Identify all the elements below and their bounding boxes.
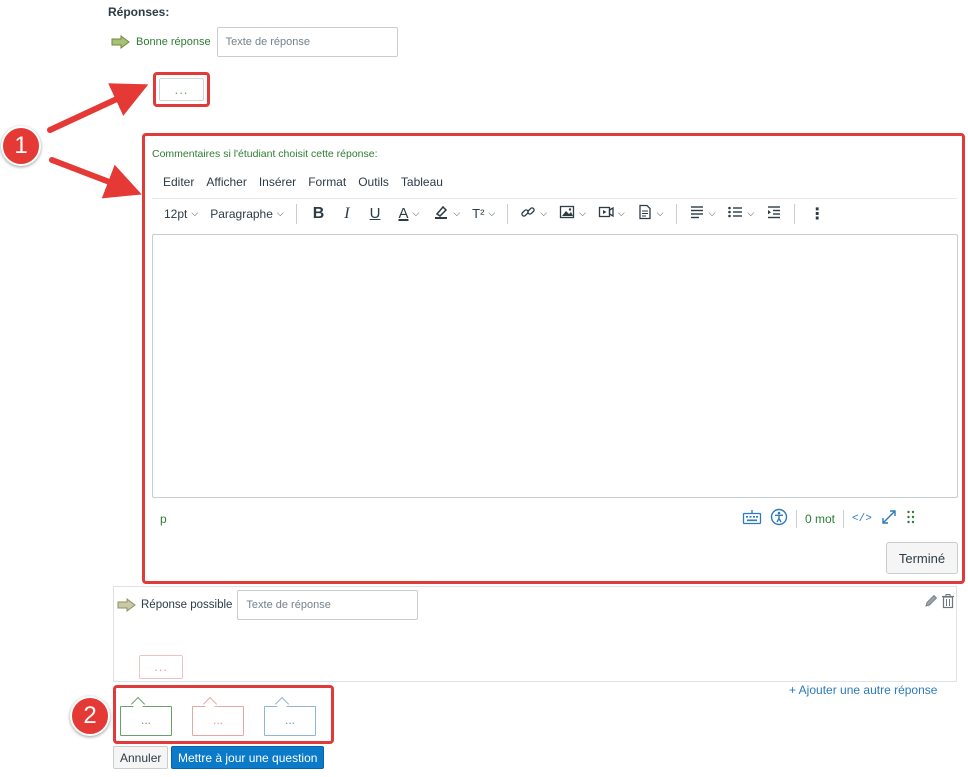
possible-answer-label: Réponse possible bbox=[141, 599, 233, 611]
text-color-icon: A bbox=[398, 205, 409, 222]
chevron-down-icon: ⌵ bbox=[708, 208, 716, 218]
status-divider bbox=[796, 509, 797, 528]
document-icon bbox=[637, 204, 653, 223]
superscript-button[interactable]: T² ⌵ bbox=[466, 202, 501, 226]
correct-answer-label: Bonne réponse bbox=[136, 36, 211, 48]
correct-answer-comment-button[interactable]: ... bbox=[159, 78, 204, 101]
editor-toolbar: 12pt ⌵ Paragraphe ⌵ B I U A ⌵ ⌵ T² ⌵ ⌵ ⌵ bbox=[152, 198, 957, 228]
menu-view[interactable]: Afficher bbox=[200, 170, 252, 194]
status-divider bbox=[843, 509, 845, 528]
indent-icon bbox=[766, 204, 782, 223]
chevron-down-icon: ⌵ bbox=[191, 208, 199, 218]
block-format-value: Paragraphe bbox=[210, 206, 273, 221]
italic-button[interactable]: I bbox=[334, 202, 359, 226]
done-button[interactable]: Terminé bbox=[886, 542, 958, 574]
feedback-correct-label: ... bbox=[120, 706, 172, 736]
fullscreen-icon[interactable] bbox=[880, 508, 898, 529]
toolbar-divider bbox=[675, 203, 677, 224]
keyboard-icon[interactable] bbox=[742, 509, 762, 528]
font-size-select[interactable]: 12pt ⌵ bbox=[152, 202, 204, 226]
align-button[interactable]: ⌵ bbox=[683, 202, 722, 226]
link-button[interactable]: ⌵ bbox=[514, 202, 553, 226]
cancel-button[interactable]: Annuler bbox=[113, 746, 169, 769]
correct-answer-arrow-icon bbox=[111, 35, 130, 49]
text-color-button[interactable]: A ⌵ bbox=[390, 202, 427, 226]
word-count[interactable]: 0 mot bbox=[805, 512, 835, 526]
editor-statusbar: 0 mot </> bbox=[742, 508, 916, 529]
callout-badge-2: 2 bbox=[70, 696, 110, 736]
document-button[interactable]: ⌵ bbox=[631, 202, 670, 226]
toolbar-divider bbox=[295, 203, 297, 224]
callout-badge-1: 1 bbox=[1, 126, 41, 166]
toolbar-divider bbox=[507, 203, 509, 224]
possible-answer-actions bbox=[923, 593, 955, 612]
update-question-button[interactable]: Mettre à jour une question bbox=[171, 746, 325, 769]
add-answer-link[interactable]: + Ajouter une autre réponse bbox=[789, 683, 937, 697]
comments-title: Commentaires si l'étudiant choisit cette… bbox=[152, 148, 378, 160]
comment-editor-area[interactable] bbox=[152, 234, 958, 498]
chevron-down-icon: ⌵ bbox=[453, 208, 461, 218]
media-button[interactable]: ⌵ bbox=[592, 202, 631, 226]
possible-answer-row: Réponse possible Texte de réponse bbox=[117, 589, 419, 621]
accessibility-icon[interactable] bbox=[770, 508, 788, 529]
possible-answer-arrow-icon bbox=[117, 598, 136, 612]
menu-tools[interactable]: Outils bbox=[352, 170, 395, 194]
chevron-down-icon: ⌵ bbox=[276, 208, 284, 218]
more-options-button[interactable]: ⋮ bbox=[801, 202, 833, 226]
underline-button[interactable]: U bbox=[360, 202, 391, 226]
html-editor-toggle[interactable]: </> bbox=[852, 513, 872, 525]
chevron-down-icon: ⌵ bbox=[488, 208, 496, 218]
indent-button[interactable] bbox=[760, 202, 788, 226]
feedback-incorrect-tab[interactable]: ... bbox=[192, 696, 244, 736]
media-icon bbox=[598, 204, 614, 223]
editor-menubar: Editer Afficher Insérer Format Outils Ta… bbox=[152, 170, 449, 194]
trash-icon[interactable] bbox=[941, 593, 955, 612]
block-format-select[interactable]: Paragraphe ⌵ bbox=[204, 202, 290, 226]
pencil-icon[interactable] bbox=[923, 593, 939, 612]
align-icon bbox=[689, 204, 705, 223]
chevron-down-icon: ⌵ bbox=[540, 208, 548, 218]
correct-answer-row: Bonne réponse Texte de réponse bbox=[111, 26, 398, 58]
highlighter-icon bbox=[433, 204, 449, 223]
image-icon bbox=[559, 204, 575, 223]
image-button[interactable]: ⌵ bbox=[553, 202, 592, 226]
superscript-icon: T² bbox=[472, 206, 485, 221]
bold-button[interactable]: B bbox=[303, 202, 335, 226]
menu-edit[interactable]: Editer bbox=[152, 170, 200, 194]
menu-table[interactable]: Tableau bbox=[395, 170, 449, 194]
chevron-down-icon: ⌵ bbox=[747, 208, 755, 218]
chevron-down-icon: ⌵ bbox=[412, 208, 420, 218]
toolbar-divider bbox=[794, 203, 796, 224]
possible-answer-input[interactable]: Texte de réponse bbox=[237, 590, 419, 620]
menu-format[interactable]: Format bbox=[302, 170, 352, 194]
link-icon bbox=[520, 204, 536, 223]
chevron-down-icon: ⌵ bbox=[579, 208, 586, 218]
chevron-down-icon: ⌵ bbox=[617, 208, 625, 218]
feedback-incorrect-label: ... bbox=[192, 706, 244, 736]
correct-answer-input[interactable]: Texte de réponse bbox=[216, 27, 398, 57]
font-size-value: 12pt bbox=[164, 206, 188, 221]
menu-insert[interactable]: Insérer bbox=[253, 170, 302, 194]
bullet-list-icon bbox=[727, 204, 743, 223]
chevron-down-icon: ⌵ bbox=[656, 208, 664, 218]
feedback-neutral-tab[interactable]: ... bbox=[264, 696, 316, 736]
highlight-color-button[interactable]: ⌵ bbox=[427, 202, 466, 226]
feedback-neutral-label: ... bbox=[264, 706, 316, 736]
list-button[interactable]: ⌵ bbox=[721, 202, 760, 226]
resize-handle-icon[interactable] bbox=[906, 509, 916, 528]
feedback-correct-tab[interactable]: ... bbox=[120, 696, 172, 736]
responses-heading: Réponses: bbox=[108, 5, 170, 19]
possible-answer-comment-button[interactable]: ... bbox=[139, 655, 183, 679]
element-path[interactable]: p bbox=[160, 512, 167, 526]
